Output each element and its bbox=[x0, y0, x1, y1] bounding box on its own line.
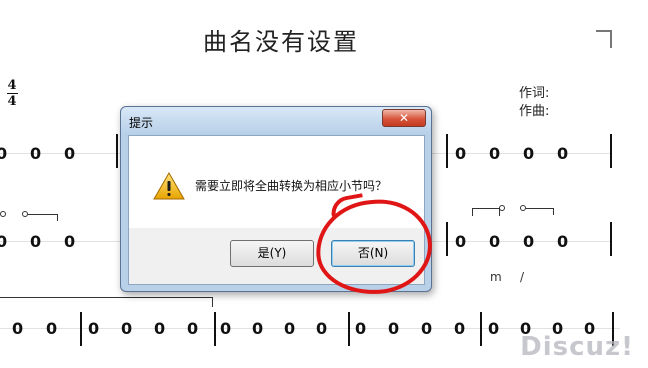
barline bbox=[80, 312, 82, 346]
time-signature-bottom: 4 bbox=[7, 94, 17, 109]
barline bbox=[480, 312, 482, 346]
bracket-line bbox=[0, 297, 213, 298]
close-icon: ✕ bbox=[398, 111, 410, 125]
row2-left-notes: 000 bbox=[0, 232, 76, 251]
time-signature-top: 4 bbox=[7, 78, 17, 93]
m-mark: m bbox=[490, 270, 502, 284]
lyricist-label: 作词: bbox=[519, 86, 550, 101]
time-signature: 4 4 bbox=[6, 78, 18, 109]
row1-left-notes: 000 bbox=[0, 144, 76, 163]
tie-line bbox=[28, 214, 58, 215]
warning-icon bbox=[153, 172, 185, 200]
row3-measure4-notes: 0000 bbox=[355, 319, 466, 338]
dot-mark bbox=[0, 211, 6, 217]
barline bbox=[610, 222, 612, 256]
page-corner-mark bbox=[596, 30, 612, 48]
row2-right-notes: 0000 bbox=[455, 232, 569, 251]
dialog-title: 提示 bbox=[129, 116, 154, 130]
close-button[interactable]: ✕ bbox=[382, 109, 426, 127]
yes-button[interactable]: 是(Y) bbox=[230, 240, 314, 267]
watermark: Discuz! bbox=[520, 332, 634, 362]
tie-mark bbox=[472, 208, 500, 216]
barline bbox=[610, 134, 612, 168]
row1-right-notes: 0000 bbox=[455, 144, 569, 163]
barline bbox=[348, 312, 350, 346]
tie-line bbox=[526, 208, 554, 209]
score-title: 曲名没有设置 bbox=[203, 28, 359, 56]
barline bbox=[446, 222, 448, 256]
barline bbox=[446, 134, 448, 168]
dialog-message: 需要立即将全曲转换为相应小节吗？ bbox=[195, 179, 388, 193]
row3-measure1-notes: 00 bbox=[12, 319, 58, 338]
dialog-titlebar[interactable]: 提示 ✕ bbox=[121, 107, 431, 133]
row3-measure2-notes: 0000 bbox=[88, 319, 199, 338]
slash-mark: / bbox=[520, 270, 525, 284]
composer-label: 作曲: bbox=[519, 104, 550, 119]
barline bbox=[214, 312, 216, 346]
row3-measure3-notes: 0000 bbox=[220, 319, 328, 338]
barline bbox=[116, 134, 118, 168]
dot-mark bbox=[499, 205, 505, 211]
